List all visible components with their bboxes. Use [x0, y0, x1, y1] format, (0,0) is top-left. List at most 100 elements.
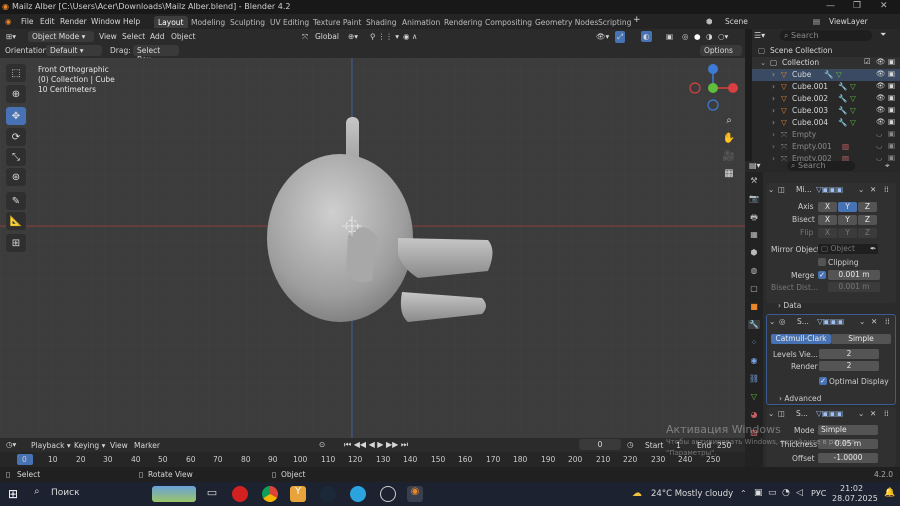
- constraints-tab-icon[interactable]: ⛓: [748, 374, 760, 383]
- camera-icon[interactable]: ▣: [888, 81, 895, 90]
- add-workspace-icon[interactable]: +: [633, 15, 641, 25]
- outliner-search[interactable]: ⌕ Search: [780, 30, 872, 41]
- tab-modeling[interactable]: Modeling: [187, 16, 229, 28]
- drag-handle-icon[interactable]: ⁞⁞: [884, 409, 889, 418]
- tray-app-icon[interactable]: ▣: [754, 488, 763, 498]
- mesh-data-icon[interactable]: ▽: [850, 82, 856, 91]
- scene-name[interactable]: Scene: [725, 17, 748, 26]
- pin-icon[interactable]: ⌖: [885, 161, 890, 171]
- eye-icon[interactable]: 👁: [876, 93, 886, 102]
- clock-date[interactable]: 28.07.2025: [832, 494, 878, 503]
- proportional-edit-icon[interactable]: ◉ ∧: [403, 32, 417, 41]
- mesh-body[interactable]: [267, 154, 413, 322]
- view-layer-name[interactable]: ViewLayer: [829, 17, 868, 26]
- windows-start-icon[interactable]: ⊞: [8, 487, 18, 501]
- tray-chevron-icon[interactable]: ⌃: [740, 489, 747, 498]
- menu-view[interactable]: View: [99, 32, 117, 41]
- eye-icon[interactable]: 👁: [876, 117, 886, 126]
- solid-shading-icon[interactable]: ●: [694, 32, 701, 41]
- menu-playback[interactable]: Playback ▾: [31, 441, 71, 450]
- menu-keying[interactable]: Keying ▾: [74, 441, 105, 450]
- zoom-icon[interactable]: ⌕: [720, 112, 738, 128]
- drag-dropdown[interactable]: Select Box: [133, 45, 179, 64]
- modifier-dropdown-icon[interactable]: ⌄: [858, 409, 864, 418]
- modifier-wrench-icon[interactable]: 🔧: [838, 106, 847, 115]
- modifier-wrench-icon[interactable]: 🔧: [838, 94, 847, 103]
- outliner-item-empty-001[interactable]: › ⤧ Empty.001 ▨ ◡ ▣: [752, 141, 900, 153]
- mode-dropdown[interactable]: Object Mode ▾: [28, 31, 94, 42]
- yandex-browser-icon[interactable]: Y: [290, 486, 306, 502]
- pivot-icon[interactable]: ⊕▾: [348, 32, 358, 41]
- editor-type-icon[interactable]: ⊞▾: [6, 32, 16, 41]
- collection-tab-icon[interactable]: ▢: [748, 284, 760, 293]
- menu-select[interactable]: Select: [122, 32, 145, 41]
- flip-x-toggle[interactable]: X: [818, 228, 837, 238]
- mesh-data-icon[interactable]: ▽: [850, 94, 856, 103]
- remove-modifier-icon[interactable]: ✕: [871, 317, 877, 326]
- notification-icon[interactable]: 🔔: [884, 488, 895, 498]
- tab-geometry-nodes[interactable]: Geometry Nodes: [531, 16, 602, 28]
- expand-chevron-icon[interactable]: ⌄: [760, 58, 766, 67]
- flip-z-toggle[interactable]: Z: [858, 228, 877, 238]
- maximize-icon[interactable]: ❐: [853, 1, 861, 11]
- collapse-chevron-icon[interactable]: ⌄: [768, 409, 774, 418]
- taskbar-search-icon[interactable]: ⌕: [34, 486, 40, 497]
- physics-tab-icon[interactable]: ◉: [748, 356, 760, 365]
- checkbox-icon[interactable]: ☑: [864, 57, 871, 66]
- snap-icon[interactable]: ⚲ ⋮⋮ ▾: [370, 32, 399, 41]
- modifier-dropdown-icon[interactable]: ⌄: [859, 317, 865, 326]
- telegram-icon[interactable]: [350, 486, 366, 502]
- outliner-item-cube-003[interactable]: › ▽ Cube.003 🔧 ▽ 👁 ▣: [752, 105, 900, 117]
- merge-distance-field[interactable]: 0.001 m: [828, 270, 880, 280]
- camera-icon[interactable]: ▣: [888, 141, 895, 150]
- camera-icon[interactable]: ▣: [888, 93, 895, 102]
- outliner-collection[interactable]: ⌄ ▢ Collection ☑ 👁 ▣: [752, 57, 900, 69]
- close-icon[interactable]: ✕: [880, 1, 888, 11]
- clock-icon[interactable]: ◷▾: [6, 440, 16, 449]
- object-tab-icon[interactable]: ■: [748, 302, 760, 311]
- rendered-shading-icon[interactable]: ○▾: [718, 32, 728, 41]
- simple-button[interactable]: Simple: [831, 334, 891, 344]
- eye-icon[interactable]: 👁: [876, 81, 886, 90]
- world-tab-icon[interactable]: ◍: [748, 266, 760, 275]
- menu-add[interactable]: Add: [150, 32, 165, 41]
- modifier-dropdown-icon[interactable]: ⌄: [858, 185, 864, 194]
- expand-chevron-icon[interactable]: ›: [772, 70, 775, 79]
- data-subpanel[interactable]: › Data: [778, 301, 801, 310]
- outliner-editor-icon[interactable]: ☰▾: [754, 31, 765, 40]
- merge-checkbox[interactable]: ✓: [818, 271, 826, 279]
- annotate-tool-icon[interactable]: ✎: [6, 192, 26, 210]
- network-icon[interactable]: ◔: [782, 488, 790, 498]
- remove-modifier-icon[interactable]: ✕: [870, 185, 876, 194]
- camera-icon[interactable]: ▣: [888, 117, 895, 126]
- mesh-data-icon[interactable]: ▽: [850, 118, 856, 127]
- move-tool-icon[interactable]: ✥: [6, 107, 26, 125]
- remove-modifier-icon[interactable]: ✕: [870, 409, 876, 418]
- orientation-dropdown[interactable]: Default ▾: [46, 45, 102, 56]
- mesh-data-icon[interactable]: ▽: [836, 70, 842, 79]
- scene-tab-icon[interactable]: ⬢: [748, 248, 760, 257]
- axis-z-toggle[interactable]: Z: [858, 202, 877, 212]
- outliner-item-cube[interactable]: › ▽ Cube 🔧 ▽ 👁 ▣: [752, 69, 900, 81]
- add-cube-tool-icon[interactable]: ⊞: [6, 234, 26, 252]
- drag-handle-icon[interactable]: ⁞⁞: [885, 317, 890, 326]
- expand-chevron-icon[interactable]: ›: [772, 142, 775, 151]
- expand-chevron-icon[interactable]: ›: [772, 118, 775, 127]
- mirror-object-field[interactable]: ▢ Object: [818, 244, 878, 254]
- gizmo-toggle-icon[interactable]: ⤢: [615, 31, 625, 43]
- menu-help[interactable]: Help: [123, 17, 140, 26]
- menu-render[interactable]: Render: [60, 17, 87, 26]
- mesh-data-icon[interactable]: ▽: [850, 106, 856, 115]
- expand-chevron-icon[interactable]: ›: [772, 130, 775, 139]
- particles-tab-icon[interactable]: ⁘: [748, 338, 760, 347]
- viewport-canvas[interactable]: [0, 58, 745, 438]
- bisect-x-toggle[interactable]: X: [818, 215, 837, 225]
- output-tab-icon[interactable]: 🖶: [748, 212, 760, 226]
- gizmo-z-icon[interactable]: [708, 64, 718, 74]
- clipping-checkbox[interactable]: [818, 258, 826, 266]
- modifier-toggle-icons[interactable]: ▽▣▣▣: [817, 317, 844, 326]
- opera-browser-icon[interactable]: [232, 486, 248, 502]
- menu-file[interactable]: File: [21, 17, 34, 26]
- tab-compositing[interactable]: Compositing: [481, 16, 536, 28]
- chrome-browser-icon[interactable]: [262, 486, 278, 502]
